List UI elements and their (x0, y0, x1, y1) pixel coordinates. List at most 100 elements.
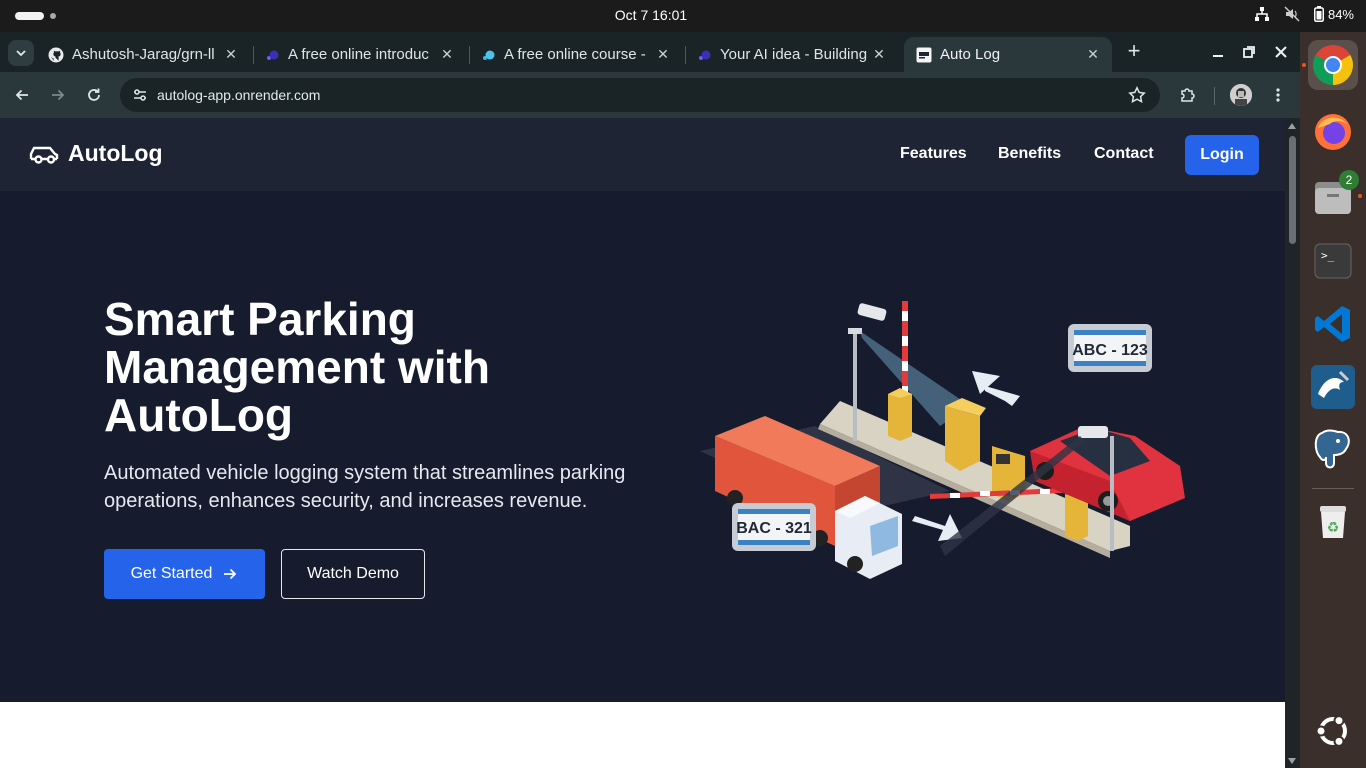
svg-text:>_: >_ (1321, 249, 1335, 262)
plate-text-bottom: BAC - 321 (736, 520, 812, 537)
ubuntu-dock: 2 >_ ♻ (1300, 32, 1366, 768)
back-button[interactable] (10, 83, 34, 107)
ubuntu-logo-icon (1315, 715, 1347, 747)
vscode-icon (1315, 306, 1350, 342)
tab-intro-course[interactable]: A free online introduc ✕ (252, 37, 466, 72)
car-icon (29, 146, 59, 164)
plate-text-top: ABC - 123 (1072, 342, 1148, 359)
browser-menu-button[interactable] (1266, 83, 1290, 107)
battery-icon (1313, 6, 1324, 22)
scroll-down-arrow[interactable] (1288, 758, 1296, 764)
tab-ai-idea[interactable]: Your AI idea - Building ✕ (684, 37, 898, 72)
show-apps-button[interactable] (1308, 706, 1358, 756)
tab-title: A free online course - (504, 46, 646, 63)
system-tray[interactable]: 84% (1254, 6, 1354, 22)
watch-demo-button[interactable]: Watch Demo (281, 549, 425, 599)
get-started-button[interactable]: Get Started (104, 549, 265, 599)
tab-title: Auto Log (940, 46, 1001, 63)
forward-button[interactable] (46, 83, 70, 107)
maximize-icon[interactable] (1242, 45, 1256, 59)
license-plate-top: ABC - 123 (1068, 324, 1152, 372)
toolbar-separator (1214, 87, 1215, 105)
running-indicator (1302, 63, 1306, 67)
dock-item-terminal[interactable]: >_ (1308, 236, 1358, 286)
close-icon[interactable]: ✕ (438, 46, 456, 63)
get-started-label: Get Started (130, 565, 213, 582)
site-settings-icon[interactable] (132, 87, 148, 103)
firefox-icon (1315, 114, 1351, 150)
close-window-icon[interactable] (1274, 45, 1288, 59)
running-indicator (1358, 194, 1362, 198)
nav-link-benefits[interactable]: Benefits (998, 145, 1094, 163)
mysql-workbench-icon (1311, 365, 1355, 409)
close-icon[interactable]: ✕ (870, 46, 888, 63)
github-icon (48, 47, 64, 62)
address-bar[interactable]: autolog-app.onrender.com (120, 78, 1160, 112)
terminal-icon: >_ (1314, 243, 1352, 279)
site-navbar: AutoLog Features Benefits Contact Login (0, 118, 1285, 191)
chevron-down-icon (16, 50, 26, 57)
hero-title: Smart Parking Management with AutoLog (104, 293, 490, 441)
dock-item-trash[interactable]: ♻ (1308, 496, 1358, 546)
parking-illustration: ABC - 123 BAC - 321 (700, 301, 1185, 579)
reload-icon (88, 88, 100, 101)
camera-right (1078, 426, 1108, 438)
close-icon[interactable]: ✕ (1084, 46, 1102, 63)
dock-item-postgres[interactable] (1308, 425, 1358, 475)
page-scrollbar[interactable] (1285, 118, 1300, 768)
camera-pole-left (853, 331, 857, 441)
chrome-icon (1313, 45, 1353, 85)
dock-item-chrome[interactable] (1308, 40, 1358, 90)
barrier-gate-box (888, 394, 912, 441)
system-top-bar: Oct 7 16:01 84% (0, 0, 1366, 32)
tab-title: Your AI idea - Building (720, 46, 868, 63)
system-clock[interactable]: Oct 7 16:01 (0, 7, 1302, 23)
puzzle-icon (1181, 88, 1195, 102)
profile-picture (1230, 84, 1252, 106)
dock-item-vscode[interactable] (1308, 299, 1358, 349)
tab-strip: Ashutosh-Jarag/grn-ll ✕ A free online in… (0, 32, 1300, 72)
svg-text:♻: ♻ (1327, 520, 1340, 536)
camera-left (857, 303, 887, 321)
scroll-up-arrow[interactable] (1288, 123, 1296, 129)
tab-title: A free online introduc (288, 46, 429, 63)
camera-pole-right (1110, 436, 1114, 551)
course-site-icon (483, 50, 495, 60)
hero-section: Smart Parking Management with AutoLog Au… (0, 191, 1285, 702)
login-button[interactable]: Login (1185, 135, 1259, 175)
brand-name: AutoLog (68, 140, 163, 166)
new-tab-button[interactable]: + (1122, 40, 1146, 64)
scrollbar-thumb[interactable] (1289, 136, 1296, 244)
close-icon[interactable]: ✕ (654, 46, 672, 63)
course-site-icon (699, 50, 711, 60)
arrow-left-icon (15, 89, 28, 101)
entry-arrow (985, 386, 1020, 406)
hero-subtitle: Automated vehicle logging system that st… (104, 462, 626, 512)
extensions-button[interactable] (1176, 83, 1200, 107)
reload-button[interactable] (82, 83, 106, 107)
arrow-right-icon (224, 568, 237, 580)
dock-item-mysql-workbench[interactable] (1308, 362, 1358, 412)
profile-avatar[interactable] (1230, 84, 1252, 106)
nav-links: Features Benefits Contact (900, 145, 1174, 163)
autolog-favicon-icon (916, 47, 932, 62)
tab-github[interactable]: Ashutosh-Jarag/grn-ll ✕ (36, 37, 250, 72)
tab-title: Ashutosh-Jarag/grn-ll (72, 46, 215, 63)
brand-logo[interactable]: AutoLog (28, 140, 163, 167)
nav-link-features[interactable]: Features (900, 145, 998, 163)
close-icon[interactable]: ✕ (222, 46, 240, 63)
minimize-icon[interactable] (1211, 45, 1225, 59)
dock-separator (1312, 488, 1354, 489)
files-notification-badge: 2 (1339, 170, 1359, 190)
nav-link-contact[interactable]: Contact (1094, 145, 1174, 163)
dock-item-firefox[interactable] (1308, 106, 1358, 156)
tab-online-course[interactable]: A free online course - ✕ (468, 37, 682, 72)
tab-search-button[interactable] (8, 40, 34, 66)
url-text[interactable]: autolog-app.onrender.com (157, 87, 320, 103)
tab-auto-log[interactable]: Auto Log ✕ (904, 37, 1112, 72)
trash-icon: ♻ (1320, 506, 1346, 538)
postgres-icon (1314, 429, 1350, 469)
bookmark-star-icon[interactable] (1128, 86, 1146, 104)
browser-toolbar: autolog-app.onrender.com (0, 72, 1300, 118)
arrow-right-icon (52, 89, 65, 101)
